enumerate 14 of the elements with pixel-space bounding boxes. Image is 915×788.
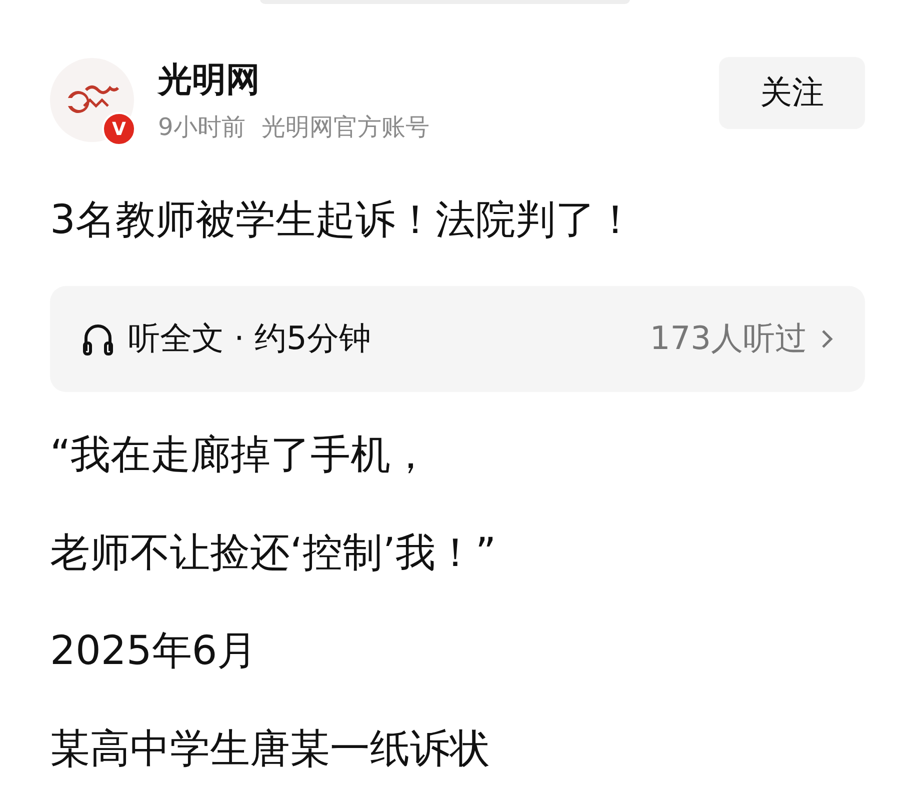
- verified-badge: V: [102, 112, 136, 146]
- body-text: “我在走廊掉了手机，: [50, 431, 432, 480]
- body-text: 老师不让捡还‘控制’我！”: [50, 529, 498, 578]
- listen-label: 听全文 · 约5分钟: [128, 318, 372, 359]
- article-title: 3名教师被学生起诉！法院判了！: [50, 196, 636, 245]
- follow-button[interactable]: 关注: [719, 57, 865, 129]
- post-time: 9小时前: [158, 112, 246, 143]
- chevron-right-icon: [821, 329, 833, 349]
- account-name[interactable]: 光明网: [158, 57, 719, 103]
- listen-card[interactable]: 听全文 · 约5分钟 173人听过: [50, 286, 865, 392]
- body-text: 某高中学生唐某一纸诉状: [50, 725, 491, 774]
- body-text: 2025年6月: [50, 627, 258, 676]
- account-description: 光明网官方账号: [261, 112, 430, 143]
- listen-count: 173人听过: [650, 318, 807, 359]
